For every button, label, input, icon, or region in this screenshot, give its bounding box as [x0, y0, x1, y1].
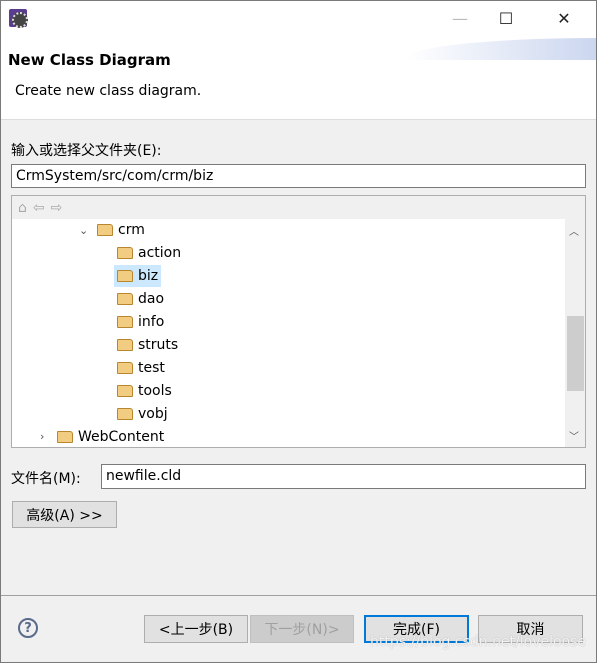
watermark: https://blog.csdn.net/loveloose [370, 634, 587, 650]
tree-item[interactable]: WebContent [54, 426, 167, 448]
folder-icon [117, 408, 133, 420]
scrollbar-thumb[interactable] [567, 316, 584, 391]
tree-toolbar: ⌂ ⇦ ⇨ [12, 196, 585, 219]
app-icon [9, 9, 28, 28]
back-button[interactable]: <上一步(B) [144, 615, 248, 643]
minimize-button[interactable]: — [437, 0, 483, 36]
help-icon[interactable]: ? [18, 618, 38, 638]
wizard-header: New Class Diagram Create new class diagr… [0, 36, 597, 120]
home-icon[interactable]: ⌂ [18, 200, 27, 216]
tree-item[interactable]: tools [114, 380, 175, 402]
folder-tree[interactable]: ⌂ ⇦ ⇨ ⌄ crm action biz dao info struts t… [11, 195, 586, 448]
tree-item[interactable]: crm [94, 219, 148, 241]
chevron-down-icon[interactable]: ⌄ [79, 224, 88, 237]
banner-graphic [407, 38, 597, 60]
folder-icon [117, 316, 133, 328]
scroll-up-icon[interactable]: ︿ [569, 223, 579, 238]
next-button[interactable]: 下一步(N)> [250, 615, 354, 643]
tree-item[interactable]: struts [114, 334, 181, 356]
file-name-input[interactable]: newfile.cld [101, 464, 586, 489]
tree-item[interactable]: info [114, 311, 167, 333]
page-title: New Class Diagram [8, 51, 171, 69]
folder-icon [117, 247, 133, 259]
folder-icon [97, 224, 113, 236]
tree-item[interactable]: test [114, 357, 168, 379]
parent-folder-label: 输入或选择父文件夹(E): [11, 143, 162, 159]
back-arrow-icon[interactable]: ⇦ [33, 200, 45, 216]
tree-item[interactable]: action [114, 242, 184, 264]
folder-icon [117, 293, 133, 305]
advanced-button[interactable]: 高级(A) >> [12, 501, 117, 528]
vertical-scrollbar[interactable]: ︿ ﹀ [565, 219, 585, 447]
tree-item[interactable]: vobj [114, 403, 171, 425]
chevron-right-icon[interactable]: › [40, 430, 44, 443]
close-button[interactable]: ✕ [541, 0, 587, 36]
tree-item-selected[interactable]: biz [114, 265, 162, 287]
maximize-button[interactable]: ☐ [483, 0, 529, 36]
folder-icon [117, 339, 133, 351]
divider [0, 595, 597, 596]
title-bar: — ☐ ✕ [0, 0, 597, 36]
file-name-label: 文件名(M): [11, 471, 81, 487]
forward-arrow-icon[interactable]: ⇨ [51, 200, 63, 216]
folder-icon [117, 362, 133, 374]
page-description: Create new class diagram. [15, 83, 202, 99]
parent-folder-input[interactable]: CrmSystem/src/com/crm/biz [11, 164, 586, 188]
tree-item[interactable]: dao [114, 288, 167, 310]
folder-icon [117, 385, 133, 397]
folder-icon [57, 431, 73, 443]
folder-icon [117, 270, 133, 282]
scroll-down-icon[interactable]: ﹀ [569, 428, 579, 443]
